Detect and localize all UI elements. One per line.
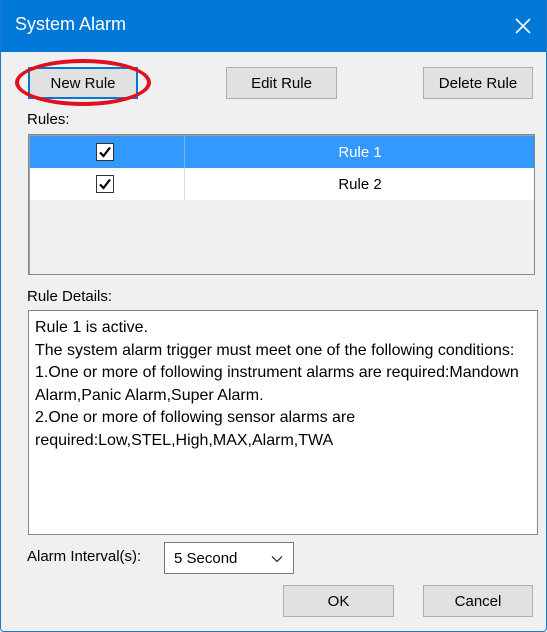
chevron-down-icon [271,556,283,563]
alarm-interval-value: 5 Second [174,549,238,567]
alarm-interval-select[interactable]: 5 Second [164,542,294,574]
rule-2-checkbox[interactable] [96,175,114,193]
close-button[interactable] [500,0,546,52]
checkmark-icon [99,178,111,190]
edit-rule-button[interactable]: Edit Rule [226,67,337,99]
delete-rule-button[interactable]: Delete Rule [423,67,533,99]
rule-details-text[interactable]: Rule 1 is active. The system alarm trigg… [28,310,538,535]
rule-row-check-cell [30,136,185,168]
rule-name: Rule 1 [338,143,382,161]
rule-row-2[interactable]: Rule 2 [30,168,534,200]
rules-list[interactable]: Rule 1 Rule 2 [28,134,535,275]
title-bar: System Alarm [1,0,546,52]
rule-details-label: Rule Details: [27,288,113,305]
rule-1-checkbox[interactable] [96,143,114,161]
cancel-button[interactable]: Cancel [423,585,533,617]
rule-name: Rule 2 [338,175,382,193]
checkmark-icon [99,146,111,158]
rules-label: Rules: [27,111,70,128]
close-icon [515,18,531,34]
system-alarm-dialog: System Alarm New Rule Edit Rule Delete R… [0,0,547,632]
alarm-interval-label: Alarm Interval(s): [27,548,142,565]
ok-button[interactable]: OK [283,585,394,617]
window-title: System Alarm [15,14,127,34]
new-rule-button[interactable]: New Rule [28,67,138,99]
rule-row-1[interactable]: Rule 1 [30,136,534,168]
rule-row-check-cell [30,168,185,200]
